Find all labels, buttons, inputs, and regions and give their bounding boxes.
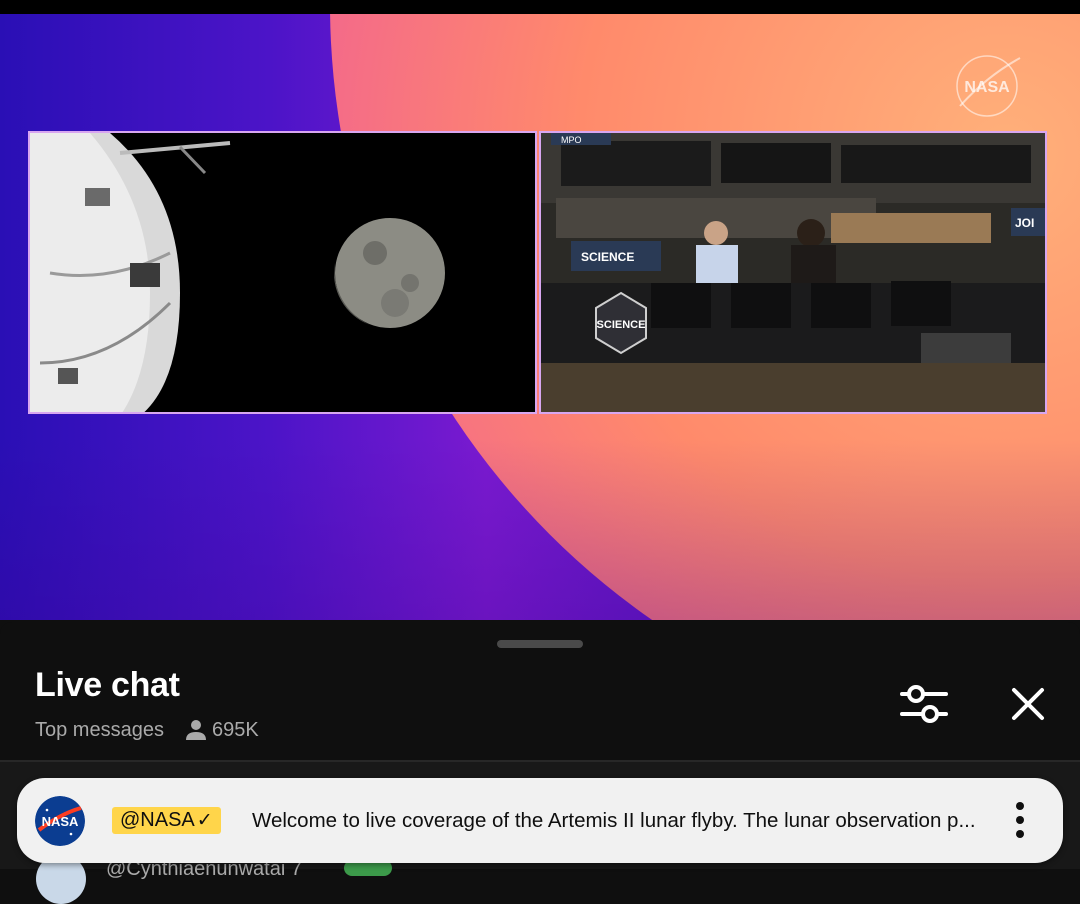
status-strip	[0, 0, 1080, 14]
viewer-count: 695K	[184, 718, 259, 742]
svg-text:NASA: NASA	[964, 79, 1010, 96]
sliders-icon	[900, 685, 948, 723]
mission-control-image: SCIENCE JOI MPO SCIENCE	[541, 133, 1045, 412]
video-player[interactable]: NASA SCIENCE JOI MPO SCIENCE	[0, 14, 1080, 620]
mission-control-feed: SCIENCE JOI MPO SCIENCE	[539, 131, 1047, 414]
more-options-button[interactable]	[1007, 800, 1033, 842]
more-vert-dot	[1016, 830, 1024, 838]
more-vert-icon	[1016, 802, 1024, 810]
svg-text:JOI: JOI	[1015, 216, 1034, 230]
verified-icon: ✓	[196, 810, 213, 831]
svg-text:SCIENCE: SCIENCE	[597, 319, 646, 331]
nasa-avatar[interactable]: NASA	[35, 796, 85, 846]
svg-text:NASA: NASA	[42, 814, 79, 829]
person-icon	[185, 720, 206, 740]
chat-mode-label[interactable]: Top messages	[35, 719, 164, 742]
chat-title: Live chat	[35, 666, 180, 704]
viewer-count-value: 695K	[211, 718, 259, 741]
drag-handle[interactable]	[497, 640, 583, 648]
filter-button[interactable]	[900, 682, 948, 726]
author-chip[interactable]: @NASA ✓	[112, 807, 221, 834]
close-icon	[1012, 688, 1044, 720]
nasa-meatball-icon: NASA	[35, 796, 85, 846]
svg-text:SCIENCE: SCIENCE	[581, 250, 634, 264]
live-chat-sheet: Live chat Top messages 695K @Cynthiaenun…	[0, 622, 1080, 904]
close-button[interactable]	[1006, 682, 1050, 726]
nasa-corner-logo: NASA	[956, 55, 1021, 117]
pinned-message[interactable]: NASA @NASA ✓ Welcome to live coverage of…	[17, 778, 1063, 863]
svg-text:MPO: MPO	[561, 135, 582, 145]
chat-subtitle: Top messages 695K	[35, 718, 259, 742]
spacecraft-camera-feed	[28, 131, 537, 414]
more-vert-dot	[1016, 816, 1024, 824]
pinned-message-text: Welcome to live coverage of the Artemis …	[252, 809, 976, 832]
moon-view-image	[30, 133, 535, 412]
author-name: @NASA	[120, 809, 195, 831]
